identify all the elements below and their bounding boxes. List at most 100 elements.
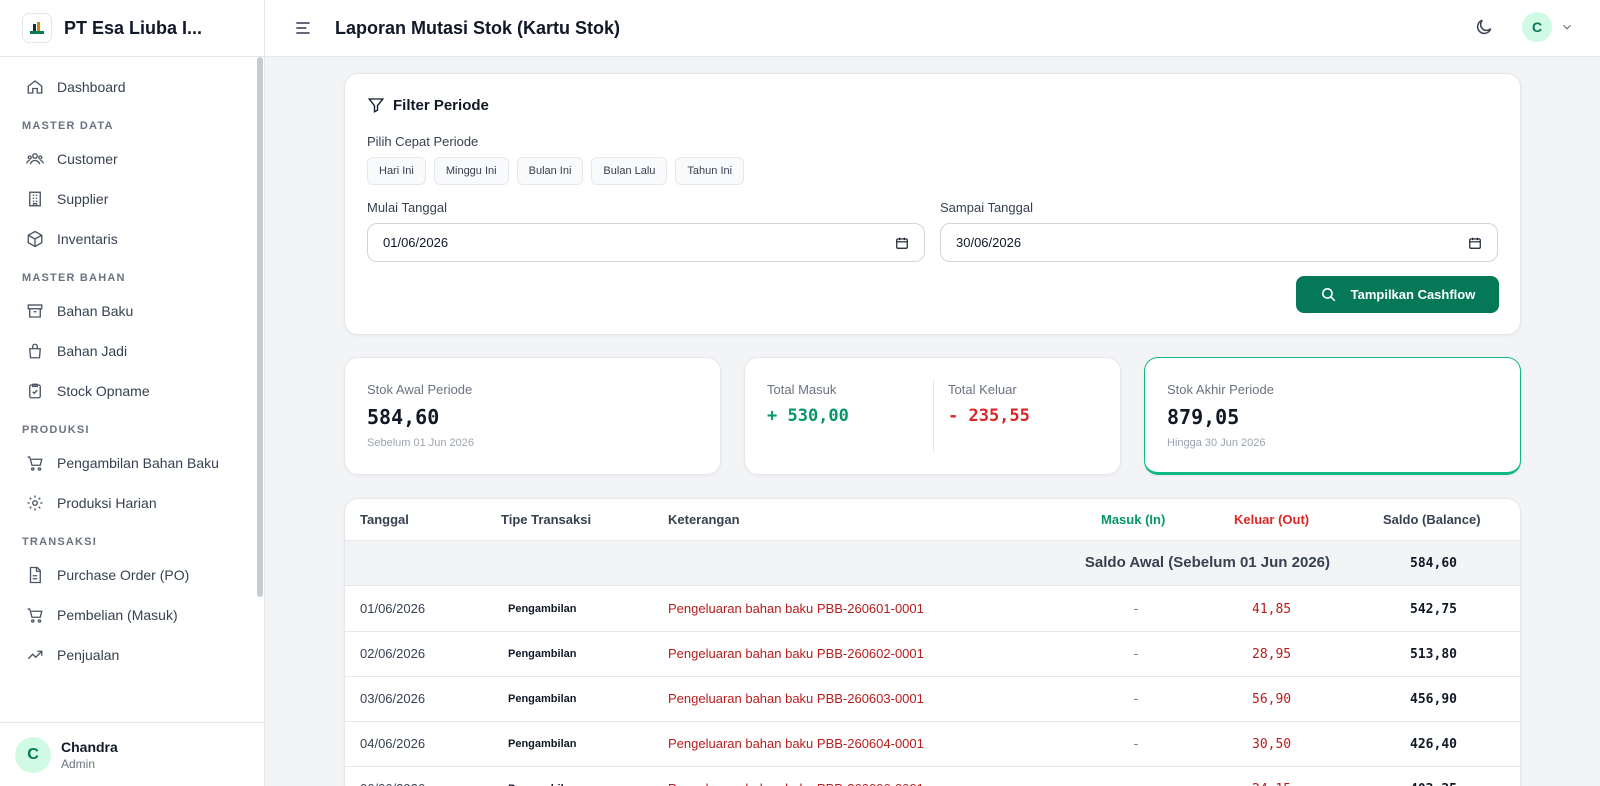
sidebar-nav: Dashboard MASTER DATA Customer Supplier … [0, 57, 256, 722]
col-masuk[interactable]: Masuk (In) [1101, 512, 1165, 527]
table-row[interactable]: 01/06/2026 Pengambilan Pengeluaran bahan b… [345, 587, 1520, 632]
sidebar-item-bahan-jadi[interactable]: Bahan Jadi [0, 331, 256, 371]
cell-tipe: Pengambilan [508, 738, 577, 750]
cell-tanggal: 04/06/2026 [360, 736, 426, 751]
stock-start-card: Stok Awal Periode 584,60 Sebelum 01 Jun … [344, 357, 721, 475]
start-date-input[interactable]: 01/06/2026 [367, 223, 925, 262]
header-avatar[interactable]: C [1522, 12, 1552, 42]
home-icon [27, 80, 43, 94]
cell-keterangan: Pengeluaran bahan baku PBB-260602-0001 [668, 646, 924, 661]
col-keluar[interactable]: Keluar (Out) [1234, 512, 1309, 527]
table-row[interactable]: 03/06/2026 Pengambilan Pengeluaran bahan b… [345, 677, 1520, 722]
table-row[interactable]: 04/06/2026 Pengambilan Pengeluaran bahan b… [345, 722, 1520, 767]
col-tipe[interactable]: Tipe Transaksi [501, 512, 591, 527]
total-out-label: Total Keluar [948, 382, 1017, 397]
cell-tanggal: 02/06/2026 [360, 646, 426, 661]
col-tanggal[interactable]: Tanggal [360, 512, 409, 527]
cell-tipe: Pengambilan [508, 603, 577, 615]
section-transaksi: TRANSAKSI [22, 536, 97, 548]
sidebar-item-dashboard[interactable]: Dashboard [0, 67, 256, 107]
section-master-bahan: MASTER BAHAN [22, 272, 126, 284]
sidebar-item-label: Inventaris [57, 231, 118, 247]
quick-last-month-button[interactable]: Bulan Lalu [591, 157, 668, 185]
section-produksi: PRODUKSI [22, 424, 90, 436]
col-saldo[interactable]: Saldo (Balance) [1383, 512, 1481, 527]
sidebar: PT Esa Liuba I... Dashboard MASTER DATA … [0, 0, 265, 786]
scrollbar-thumb[interactable] [257, 57, 263, 597]
brand[interactable]: PT Esa Liuba I... [0, 0, 264, 57]
cell-masuk: - [1132, 782, 1140, 786]
user-role: Admin [61, 756, 96, 771]
quick-period-label: Pilih Cepat Periode [367, 134, 479, 149]
cell-masuk: - [1132, 737, 1140, 752]
sidebar-item-label: Purchase Order (PO) [57, 567, 190, 583]
filter-title: Filter Periode [367, 96, 489, 114]
sidebar-item-pengambilan[interactable]: Pengambilan Bahan Baku [0, 443, 256, 483]
cart-icon [27, 456, 43, 471]
table-row[interactable]: 06/06/2026PengambilanPengeluaran bahan b… [345, 767, 1520, 786]
document-icon [29, 566, 41, 584]
stock-start-sub: Sebelum 01 Jun 2026 [367, 437, 475, 449]
sidebar-item-label: Pengambilan Bahan Baku [57, 455, 219, 471]
quick-today-button[interactable]: Hari Ini [367, 157, 426, 185]
cell-tanggal: 01/06/2026 [360, 601, 426, 616]
total-out-value: - 235,55 [948, 406, 1030, 426]
sidebar-scrollbar[interactable] [256, 57, 264, 722]
sidebar-item-po[interactable]: Purchase Order (PO) [0, 555, 256, 595]
cell-masuk: - [1132, 692, 1140, 707]
sidebar-item-penjualan[interactable]: Penjualan [0, 635, 256, 675]
sidebar-item-label: Produksi Harian [57, 495, 157, 511]
sidebar-item-label: Supplier [57, 191, 109, 207]
sidebar-item-label: Customer [57, 151, 118, 167]
cell-tipe: Pengambilan [508, 693, 577, 705]
opening-balance-row: Saldo Awal (Sebelum 01 Jun 2026) 584,60 [345, 541, 1520, 586]
sidebar-item-customer[interactable]: Customer [0, 139, 256, 179]
calendar-icon[interactable] [895, 236, 909, 250]
calendar-icon[interactable] [1468, 236, 1482, 250]
show-cashflow-button[interactable]: Tampilkan Cashflow [1296, 276, 1499, 313]
sidebar-item-stock-opname[interactable]: Stock Opname [0, 371, 256, 411]
sidebar-item-bahan-baku[interactable]: Bahan Baku [0, 291, 256, 331]
total-in-label: Total Masuk [767, 382, 837, 397]
menu-icon[interactable] [293, 18, 313, 38]
sidebar-item-pembelian[interactable]: Pembelian (Masuk) [0, 595, 256, 635]
cell-saldo: 542,75 [1410, 602, 1457, 617]
divider [933, 380, 934, 452]
end-date-input[interactable]: 30/06/2026 [940, 223, 1498, 262]
chevron-down-icon[interactable] [1560, 20, 1574, 34]
filter-title-text: Filter Periode [393, 96, 489, 114]
stock-card-table: Tanggal Tipe Transaksi Keterangan Masuk … [344, 498, 1521, 786]
sidebar-item-inventaris[interactable]: Inventaris [0, 219, 256, 259]
user-profile[interactable]: C Chandra Admin [0, 722, 264, 786]
filter-card: Filter Periode Pilih Cepat Periode Hari … [344, 73, 1521, 335]
cell-saldo: 456,90 [1410, 692, 1457, 707]
table-row[interactable]: 02/06/2026 Pengambilan Pengeluaran bahan b… [345, 632, 1520, 677]
cell-saldo: 402,25 [1410, 782, 1457, 786]
cell-keluar: 24,15 [1252, 782, 1291, 786]
stock-start-value: 584,60 [367, 405, 440, 429]
in-out-card: Total Masuk + 530,00 Total Keluar - 235,… [744, 357, 1121, 475]
quick-week-button[interactable]: Minggu Ini [433, 157, 509, 185]
clipboard-check-icon [29, 383, 41, 399]
stock-start-label: Stok Awal Periode [367, 382, 473, 397]
table-header: Tanggal Tipe Transaksi Keterangan Masuk … [345, 499, 1520, 541]
moon-icon[interactable] [1474, 17, 1494, 37]
trending-up-icon [27, 650, 43, 660]
quick-month-button[interactable]: Bulan Ini [516, 157, 584, 185]
cell-tanggal: 03/06/2026 [360, 691, 426, 706]
sidebar-item-label: Penjualan [57, 647, 120, 663]
sidebar-item-supplier[interactable]: Supplier [0, 179, 256, 219]
sidebar-item-produksi-harian[interactable]: Produksi Harian [0, 483, 256, 523]
users-icon [26, 153, 44, 165]
start-date-value: 01/06/2026 [383, 235, 449, 250]
sidebar-item-label: Stock Opname [57, 383, 150, 399]
company-logo [22, 13, 52, 43]
quick-year-button[interactable]: Tahun Ini [675, 157, 745, 185]
stock-end-card: Stok Akhir Periode 879,05 Hingga 30 Jun … [1144, 357, 1521, 475]
brand-name: PT Esa Liuba I... [64, 17, 203, 38]
building-icon [29, 191, 41, 207]
cell-masuk: - [1132, 602, 1140, 617]
col-keterangan[interactable]: Keterangan [668, 512, 740, 527]
cell-keluar: 56,90 [1252, 692, 1292, 707]
cell-keterangan: Pengeluaran bahan baku PBB-260604-0001 [668, 736, 924, 751]
